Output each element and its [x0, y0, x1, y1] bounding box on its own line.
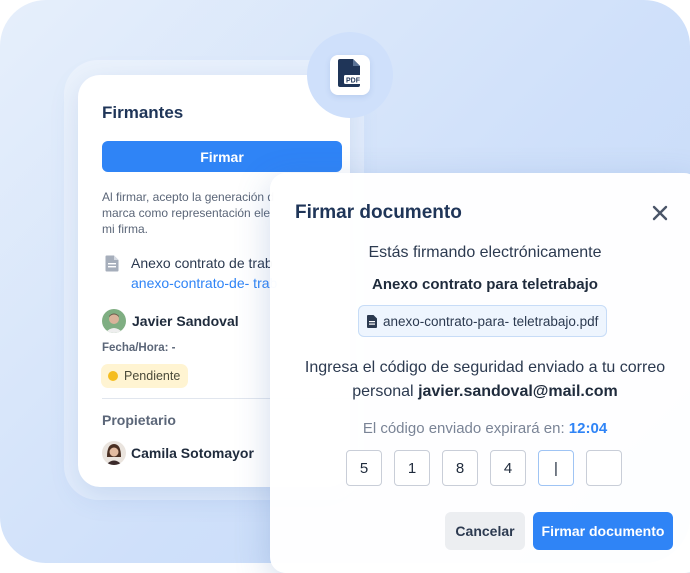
cancel-button[interactable]: Cancelar	[445, 512, 525, 550]
instruction-prefix: personal	[352, 383, 419, 400]
modal-title: Firmar documento	[295, 202, 462, 223]
code-digit-6[interactable]	[586, 450, 622, 486]
signer-name: Javier Sandoval	[132, 313, 239, 329]
status-badge: Pendiente	[101, 364, 189, 388]
instruction-line: Ingresa el código de seguridad enviado a…	[304, 359, 666, 376]
expiry-label: El código enviado expirará en:	[362, 420, 569, 437]
close-icon[interactable]	[650, 203, 670, 223]
pdf-badge: PDF	[307, 32, 393, 118]
signers-title: Firmantes	[102, 103, 184, 122]
code-digit-4[interactable]: 4	[490, 450, 526, 486]
email-address: javier.sandoval@mail.com	[418, 383, 618, 400]
sign-document-button[interactable]: Firmar documento	[533, 512, 673, 550]
document-link[interactable]: anexo-contrato-de- trab	[131, 275, 277, 291]
owner-label: Propietario	[102, 412, 176, 428]
status-dot	[108, 371, 118, 381]
sign-document-modal: Firmar documento Estás firmando electrón…	[270, 173, 690, 573]
document-title: Anexo contrato para teletrabajo	[372, 276, 598, 293]
owner-name: Camila Sotomayor	[131, 445, 254, 461]
code-digit-3[interactable]: 8	[442, 450, 478, 486]
document-icon	[105, 255, 119, 277]
expiry-time: 12:04	[568, 420, 608, 437]
file-name: anexo-contrato-para- teletrabajo.pdf	[383, 313, 599, 329]
expiry-text: El código enviado expirará en: 12:04	[270, 420, 690, 437]
document-name: Anexo contrato de trab	[131, 255, 273, 271]
pdf-file-icon: PDF	[338, 58, 362, 92]
instruction-line-2: personal javier.sandoval@mail.com	[270, 380, 690, 404]
signing-text: Estás firmando electrónicamente	[368, 244, 602, 261]
file-chip[interactable]: anexo-contrato-para- teletrabajo.pdf	[358, 305, 608, 337]
sign-button[interactable]: Firmar	[102, 141, 342, 172]
pdf-label: PDF	[346, 77, 361, 84]
signer-avatar	[102, 309, 126, 333]
pdf-tile: PDF	[330, 55, 370, 95]
code-digit-2[interactable]: 1	[394, 450, 430, 486]
status-label: Pendiente	[124, 369, 181, 383]
owner-avatar	[102, 441, 126, 465]
signer-date: Fecha/Hora: -	[102, 342, 176, 354]
code-instructions: Ingresa el código de seguridad enviado a…	[270, 356, 690, 404]
code-digit-1[interactable]: 5	[346, 450, 382, 486]
file-icon	[367, 314, 377, 328]
code-digit-5[interactable]: |	[538, 450, 574, 486]
